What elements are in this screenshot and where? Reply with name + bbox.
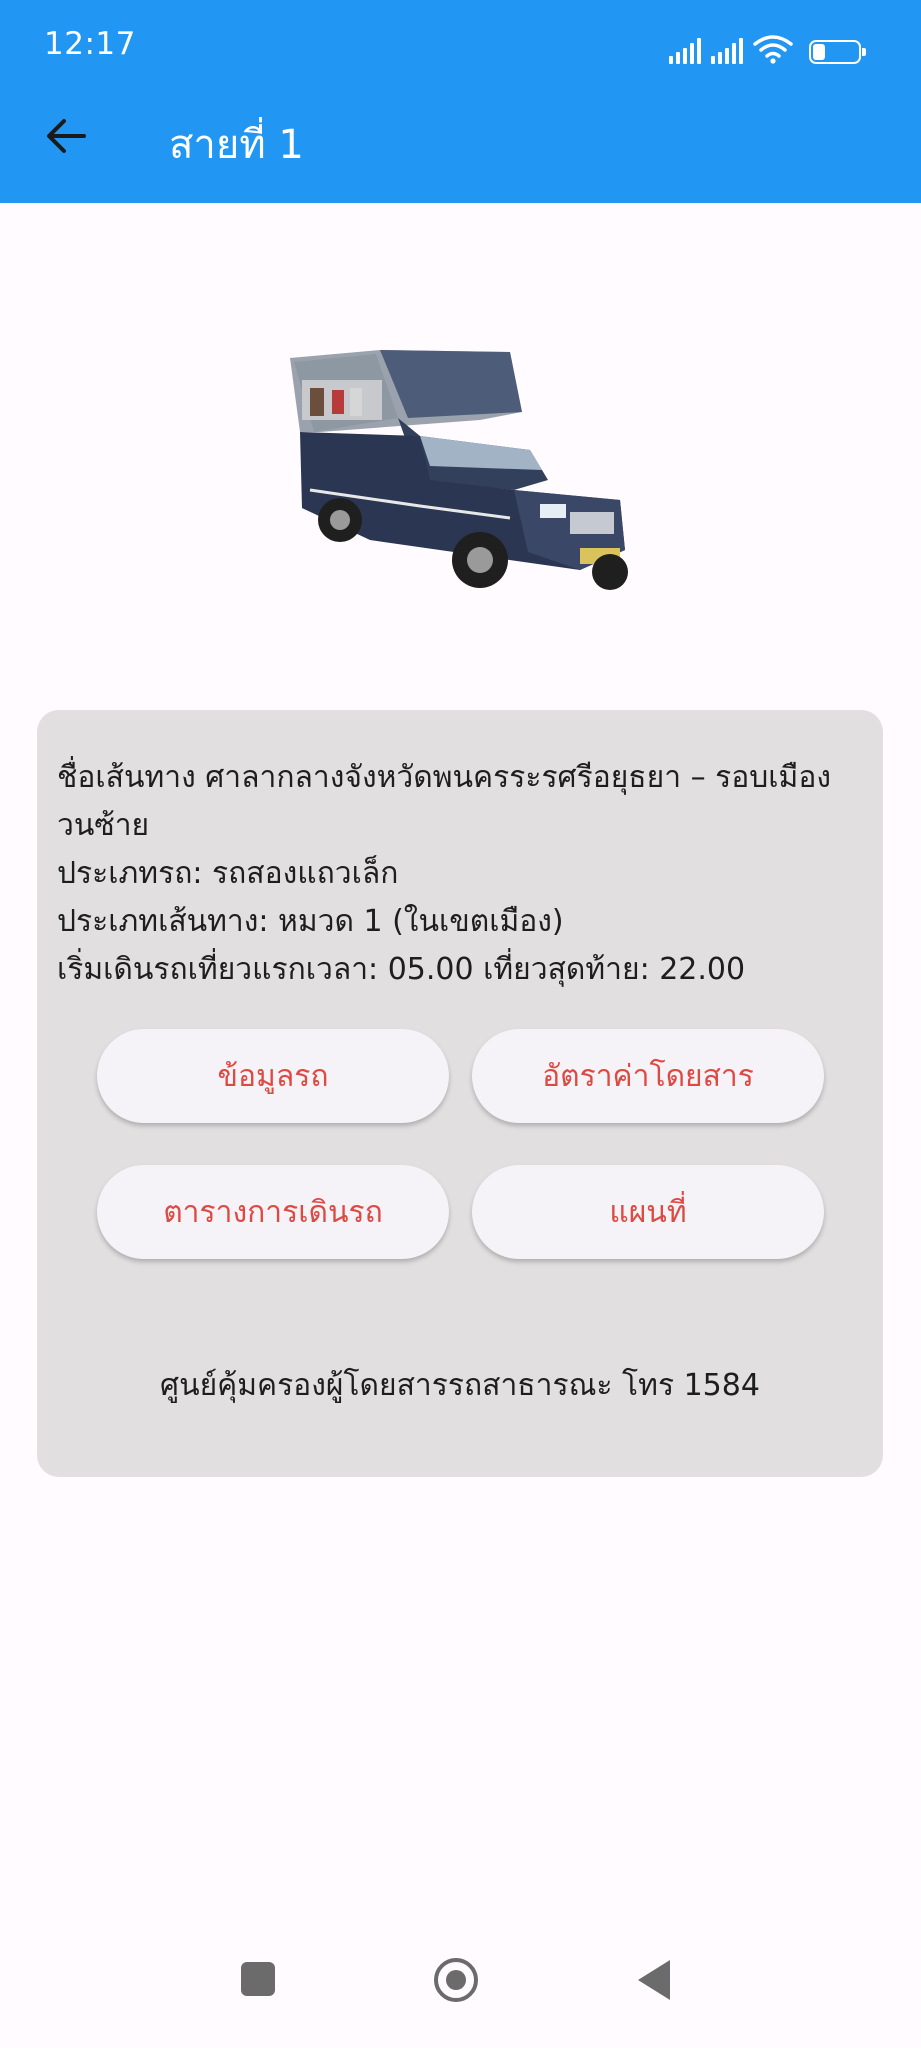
- vehicle-type: ประเภทรถ: รถสองแถวเล็ก: [57, 856, 399, 891]
- route-type: ประเภทเส้นทาง: หมวด 1 (ในเขตเมือง): [57, 904, 564, 939]
- vehicle-image: [290, 350, 628, 590]
- timetable-button[interactable]: ตารางการเดินรถ: [97, 1165, 449, 1259]
- cellular-signal-icon: [669, 38, 701, 64]
- system-navigation-bar: [0, 1938, 921, 2048]
- wifi-icon: [753, 35, 793, 64]
- back-triangle-icon[interactable]: [638, 1960, 670, 2000]
- app-bar: 12:17 27 สายที่ 1: [0, 0, 921, 203]
- page-title: สายที่ 1: [169, 122, 304, 168]
- fare-rate-button[interactable]: อัตราค่าโดยสาร: [472, 1029, 824, 1123]
- arrow-back-icon: [47, 119, 86, 153]
- route-info-card: ชื่อเส้นทาง ศาลากลางจังหวัดพนครระรศรีอยุ…: [37, 710, 883, 1477]
- battery-level: 27: [823, 41, 847, 60]
- battery-icon: 27: [809, 40, 866, 64]
- route-name: ชื่อเส้นทาง ศาลากลางจังหวัดพนครระรศรีอยุ…: [57, 760, 831, 843]
- recents-square-icon[interactable]: [241, 1962, 275, 1996]
- service-hours: เริ่มเดินรถเที่ยวแรกเวลา: 05.00 เที่ยวสุ…: [57, 952, 746, 987]
- map-button[interactable]: แผนที่: [472, 1165, 824, 1259]
- home-circle-icon[interactable]: [434, 1958, 478, 2002]
- vehicle-info-button[interactable]: ข้อมูลรถ: [97, 1029, 449, 1123]
- back-button[interactable]: [36, 106, 96, 166]
- status-time: 12:17: [44, 26, 136, 62]
- hotline-text: ศูนย์คุ้มครองผู้โดยสารรถสาธารณะ โทร 1584: [160, 1368, 760, 1403]
- route-info: ชื่อเส้นทาง ศาลากลางจังหวัดพนครระรศรีอยุ…: [57, 754, 847, 994]
- cellular-signal-icon-2: [711, 38, 743, 64]
- status-icons: 27: [669, 32, 866, 64]
